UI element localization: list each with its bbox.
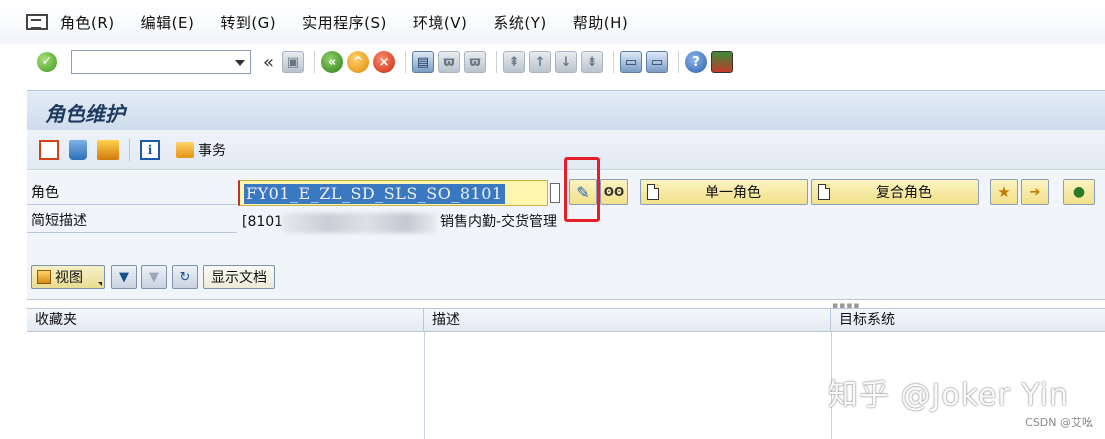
save-icon[interactable]: ▣ — [282, 51, 305, 73]
menu-system[interactable]: 系统(Y) — [493, 12, 546, 33]
document-icon — [818, 184, 830, 200]
refresh-icon[interactable]: ↻ — [172, 265, 198, 289]
role-input-value: FY01_E_ZL_SD_SLS_SO_8101 — [244, 184, 505, 204]
description-prefix: [8101 — [242, 214, 284, 230]
watermark-text: 知乎 @Joker Yin — [828, 378, 1069, 413]
page-title: 角色维护 — [45, 102, 125, 126]
enter-check-icon[interactable]: ✓ — [37, 52, 57, 72]
highlight-box — [564, 157, 600, 222]
back-icon[interactable]: « — [321, 51, 344, 73]
menu-edit[interactable]: 编辑(E) — [141, 12, 195, 33]
role-tree-table: ▪▪▪▪ 收藏夹 描述 目标系统 — [27, 299, 1105, 439]
create-role-button[interactable]: ★ — [990, 179, 1018, 205]
info-icon[interactable]: i — [140, 139, 160, 160]
toolbar-separator — [496, 51, 498, 73]
toolbar-separator — [613, 51, 615, 73]
column-header-description[interactable]: 描述 — [424, 309, 831, 331]
command-dropdown-icon[interactable] — [235, 60, 245, 66]
document-icon — [647, 184, 659, 200]
exit-icon[interactable]: ^ — [347, 51, 370, 73]
user-assign-button[interactable]: ● — [1063, 179, 1095, 205]
dropdown-caret-icon — [98, 282, 102, 286]
arrow-right-icon: ➔ — [1029, 184, 1041, 200]
menu-window-icon[interactable] — [26, 14, 48, 30]
glasses-icon: ʘʘ — [603, 185, 625, 199]
show-documentation-button[interactable]: 显示文档 — [203, 265, 275, 289]
role-label: 角色 — [27, 181, 237, 205]
column-header-favorites[interactable]: 收藏夹 — [27, 309, 424, 331]
column-header-target-system[interactable]: 目标系统 — [831, 309, 1105, 331]
display-button[interactable]: ʘʘ — [600, 179, 628, 205]
menu-environment[interactable]: 环境(V) — [413, 12, 467, 33]
menu-utilities[interactable]: 实用程序(S) — [302, 12, 387, 33]
filter-delete-icon[interactable]: ▼ — [141, 265, 167, 289]
help-icon[interactable]: ? — [685, 51, 708, 73]
next-page-icon[interactable]: ↓ — [555, 51, 578, 73]
description-suffix: 销售内勤-交货管理 — [440, 214, 558, 230]
toolbar-separator — [314, 51, 316, 73]
command-field[interactable] — [71, 50, 251, 74]
user-icon: ● — [1072, 184, 1086, 200]
watermark-subtext: CSDN @艾吆 — [1025, 416, 1093, 429]
menu-bar: 角色(R) 编辑(E) 转到(G) 实用程序(S) 环境(V) 系统(Y) 帮助… — [0, 0, 1105, 44]
role-input[interactable]: FY01_E_ZL_SD_SLS_SO_8101 — [238, 180, 548, 206]
description-label: 简短描述 — [27, 209, 237, 233]
title-bar: 角色维护 — [27, 90, 1105, 130]
copy-role-icon[interactable] — [39, 139, 59, 160]
view-icon — [37, 270, 51, 284]
filter-icon[interactable]: ▼ — [111, 265, 137, 289]
view-button-label: 视图 — [55, 270, 83, 286]
single-role-button[interactable]: 单一角色 — [640, 179, 808, 205]
menu-goto[interactable]: 转到(G) — [220, 12, 276, 33]
standard-toolbar: ✓ « ▣ « ^ × ▤ ϖ ϖ ⇞ ↑ ↓ ⇟ ▭ ▭ ? — [0, 44, 1105, 80]
transaction-icon[interactable] — [176, 141, 194, 158]
layout-menu-icon[interactable] — [711, 51, 734, 73]
column-divider — [424, 332, 425, 439]
collapse-chevron-icon[interactable]: « — [263, 52, 274, 73]
find-next-icon[interactable]: ϖ — [464, 51, 487, 73]
view-button[interactable]: 视图 — [31, 265, 105, 289]
first-page-icon[interactable]: ⇞ — [503, 51, 526, 73]
delete-role-icon[interactable] — [69, 139, 87, 160]
star-icon: ★ — [997, 183, 1011, 201]
previous-page-icon[interactable]: ↑ — [529, 51, 552, 73]
transaction-button-label[interactable]: 事务 — [198, 140, 226, 160]
menu-help[interactable]: 帮助(H) — [573, 12, 628, 33]
value-help-icon[interactable] — [550, 183, 560, 203]
cancel-icon[interactable]: × — [373, 51, 396, 73]
table-header: 收藏夹 描述 目标系统 — [27, 308, 1105, 332]
toolbar-separator — [678, 51, 680, 73]
redacted-blur — [282, 213, 437, 233]
transport-role-icon[interactable] — [97, 139, 119, 160]
single-role-label: 单一角色 — [705, 185, 761, 201]
composite-role-button[interactable]: 复合角色 — [811, 179, 979, 205]
show-documentation-label: 显示文档 — [211, 270, 267, 286]
transaction-assign-button[interactable]: ➔ — [1021, 179, 1049, 205]
print-icon[interactable]: ▤ — [412, 51, 435, 73]
role-form: 角色 FY01_E_ZL_SD_SLS_SO_8101 ✎ ʘʘ 单一角色 复合… — [27, 157, 1105, 299]
toolbar-separator — [129, 138, 130, 161]
last-page-icon[interactable]: ⇟ — [581, 51, 604, 73]
find-icon[interactable]: ϖ — [438, 51, 461, 73]
composite-role-label: 复合角色 — [876, 185, 932, 201]
menu-role[interactable]: 角色(R) — [60, 12, 115, 33]
new-session-icon[interactable]: ▭ — [620, 51, 643, 73]
toolbar-separator — [405, 51, 407, 73]
shortcut-icon[interactable]: ▭ — [646, 51, 669, 73]
